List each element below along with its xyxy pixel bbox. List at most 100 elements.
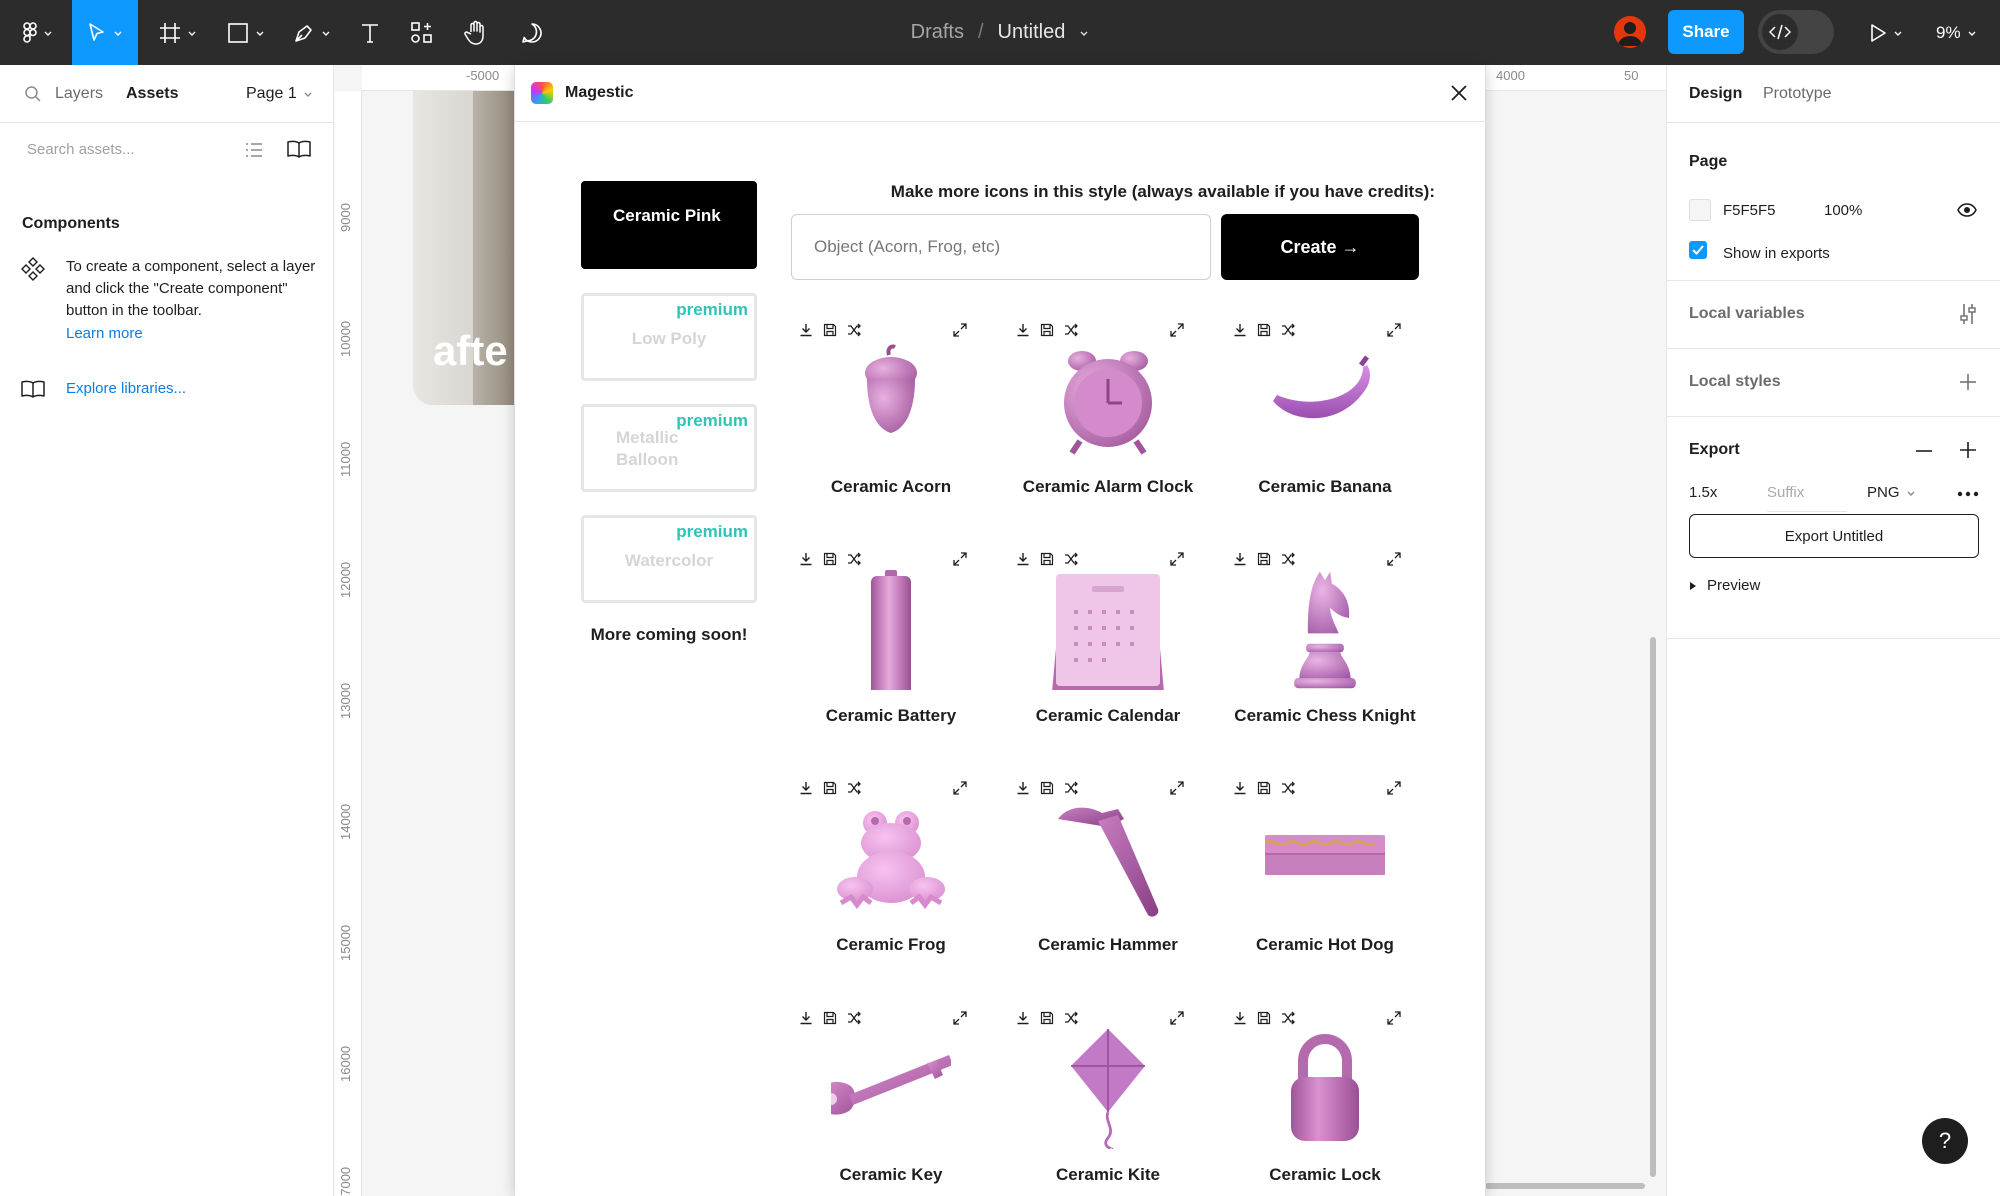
present-button[interactable] (1862, 0, 1910, 65)
download-icon[interactable] (1016, 1011, 1030, 1025)
search-icon[interactable] (24, 85, 42, 103)
download-icon[interactable] (799, 781, 813, 795)
learn-more-link[interactable]: Learn more (66, 325, 143, 342)
chevron-down-icon[interactable] (1079, 28, 1089, 38)
close-icon[interactable] (1449, 83, 1469, 103)
expand-icon[interactable] (1387, 323, 1401, 337)
create-button[interactable]: Create → (1221, 214, 1419, 280)
expand-icon[interactable] (1387, 1011, 1401, 1025)
icon-card-frog[interactable]: Ceramic Frog (791, 773, 991, 973)
expand-icon[interactable] (953, 552, 967, 566)
save-icon[interactable] (823, 781, 837, 795)
expand-icon[interactable] (1170, 323, 1184, 337)
expand-icon[interactable] (953, 1011, 967, 1025)
share-button[interactable]: Share (1668, 10, 1744, 54)
download-icon[interactable] (1233, 323, 1247, 337)
style-low-poly[interactable]: premium Low Poly (581, 293, 757, 381)
tab-design[interactable]: Design (1689, 85, 1742, 103)
icon-card-hammer[interactable]: Ceramic Hammer (1008, 773, 1208, 973)
download-icon[interactable] (1016, 323, 1030, 337)
breadcrumb-drafts[interactable]: Drafts (911, 21, 964, 44)
frame-tool-button[interactable] (152, 0, 204, 65)
shuffle-icon[interactable] (847, 552, 861, 566)
save-icon[interactable] (1257, 781, 1271, 795)
explore-libraries-link[interactable]: Explore libraries... (66, 380, 186, 397)
file-title[interactable]: Untitled (998, 21, 1066, 44)
save-icon[interactable] (1257, 552, 1271, 566)
expand-icon[interactable] (1170, 552, 1184, 566)
pen-tool-button[interactable] (286, 0, 338, 65)
move-tool-button[interactable] (72, 0, 138, 65)
shuffle-icon[interactable] (1064, 323, 1078, 337)
style-ceramic-pink[interactable]: Ceramic Pink (581, 181, 757, 269)
export-untitled-button[interactable]: Export Untitled (1689, 514, 1979, 558)
more-options-icon[interactable] (1957, 491, 1979, 497)
shuffle-icon[interactable] (1281, 323, 1295, 337)
expand-icon[interactable] (1387, 781, 1401, 795)
help-button[interactable]: ? (1922, 1118, 1968, 1164)
icon-card-acorn[interactable]: Ceramic Acorn (791, 315, 991, 515)
download-icon[interactable] (1233, 552, 1247, 566)
download-icon[interactable] (1233, 1011, 1247, 1025)
shuffle-icon[interactable] (1281, 1011, 1295, 1025)
vertical-scrollbar[interactable] (1650, 637, 1656, 1177)
style-metallic-balloon[interactable]: premium Metallic Balloon (581, 404, 757, 492)
icon-card-key[interactable]: Ceramic Key (791, 1003, 991, 1196)
shuffle-icon[interactable] (847, 323, 861, 337)
shuffle-icon[interactable] (847, 1011, 861, 1025)
horizontal-scrollbar[interactable] (1485, 1183, 1645, 1189)
download-icon[interactable] (799, 1011, 813, 1025)
save-icon[interactable] (1257, 1011, 1271, 1025)
icon-card-lock[interactable]: Ceramic Lock (1225, 1003, 1425, 1196)
preview-toggle[interactable]: Preview (1689, 577, 1760, 594)
save-icon[interactable] (823, 323, 837, 337)
save-icon[interactable] (1040, 323, 1054, 337)
icon-card-battery[interactable]: Ceramic Battery (791, 544, 991, 744)
minus-icon[interactable] (1915, 449, 1933, 453)
export-format-select[interactable]: PNG (1867, 484, 1916, 501)
search-assets-input[interactable]: Search assets... (27, 141, 135, 158)
page-opacity-value[interactable]: 100% (1824, 202, 1862, 219)
dev-mode-toggle[interactable] (1758, 10, 1834, 54)
export-suffix-input[interactable]: Suffix (1767, 484, 1804, 501)
save-icon[interactable] (1040, 552, 1054, 566)
download-icon[interactable] (1016, 781, 1030, 795)
page-color-swatch[interactable] (1689, 199, 1711, 221)
style-watercolor[interactable]: premium Watercolor (581, 515, 757, 603)
icon-card-kite[interactable]: Ceramic Kite (1008, 1003, 1208, 1196)
shuffle-icon[interactable] (1281, 781, 1295, 795)
canvas-frame[interactable]: afte (413, 91, 523, 405)
zoom-control[interactable]: 9% (1936, 0, 1977, 65)
main-menu-button[interactable] (14, 0, 62, 65)
object-input[interactable] (791, 214, 1211, 280)
avatar[interactable] (1614, 16, 1646, 48)
page-selector[interactable]: Page 1 (246, 85, 313, 103)
download-icon[interactable] (799, 323, 813, 337)
tab-assets[interactable]: Assets (126, 85, 178, 103)
hand-tool-button[interactable] (458, 0, 494, 65)
download-icon[interactable] (1016, 552, 1030, 566)
plus-icon[interactable] (1959, 441, 1977, 459)
save-icon[interactable] (1257, 323, 1271, 337)
save-icon[interactable] (823, 1011, 837, 1025)
download-icon[interactable] (799, 552, 813, 566)
plus-icon[interactable] (1959, 373, 1977, 391)
text-tool-button[interactable] (352, 0, 388, 65)
library-book-icon[interactable] (286, 139, 312, 159)
download-icon[interactable] (1233, 781, 1247, 795)
expand-icon[interactable] (1170, 781, 1184, 795)
shuffle-icon[interactable] (1064, 552, 1078, 566)
tab-layers[interactable]: Layers (55, 85, 103, 103)
export-scale[interactable]: 1.5x (1689, 484, 1717, 501)
shape-tool-button[interactable] (220, 0, 272, 65)
icon-card-banana[interactable]: Ceramic Banana (1225, 315, 1425, 515)
show-in-exports-checkbox[interactable] (1689, 241, 1707, 259)
shuffle-icon[interactable] (1064, 781, 1078, 795)
save-icon[interactable] (823, 552, 837, 566)
list-view-icon[interactable] (244, 141, 264, 159)
variables-settings-icon[interactable] (1959, 303, 1977, 325)
eye-icon[interactable] (1957, 203, 1977, 217)
shuffle-icon[interactable] (1281, 552, 1295, 566)
expand-icon[interactable] (1387, 552, 1401, 566)
icon-card-hot-dog[interactable]: Ceramic Hot Dog (1225, 773, 1425, 973)
